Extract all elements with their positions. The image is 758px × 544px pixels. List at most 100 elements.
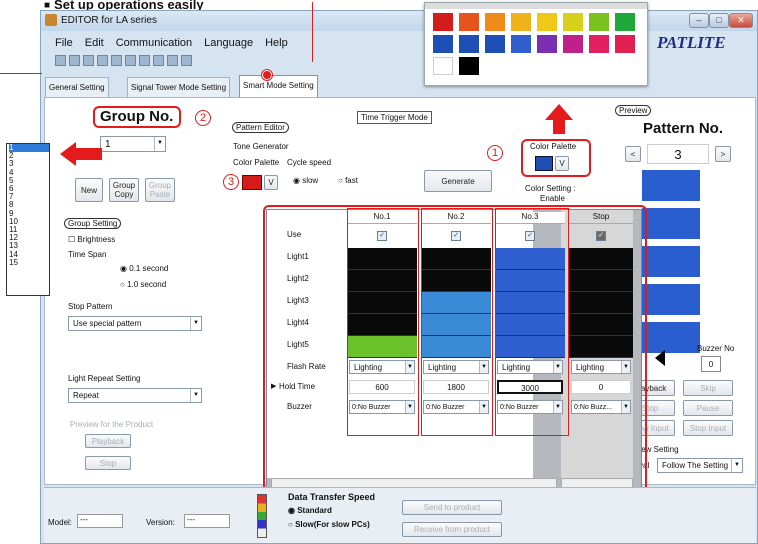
no2-column-highlight [421,208,493,436]
tab-marker-dot [262,70,272,80]
group-setting-label: Group Setting [64,218,122,229]
palette-color-swatch[interactable] [459,57,479,75]
save-icon[interactable] [83,55,94,66]
clear-icon[interactable] [167,55,178,66]
window-title: EDITOR for LA series [61,15,157,26]
model-label: Model: [48,518,73,527]
group-list-item[interactable]: 5 [9,176,49,185]
color-v-button[interactable]: V [264,175,278,190]
no1-column-highlight [347,208,419,436]
menu-file[interactable]: File [55,37,73,49]
stop-pattern-label: Stop Pattern [68,302,113,311]
palette-color-swatch[interactable] [433,13,453,31]
group-list-item[interactable]: 4 [9,168,49,177]
palette-color-swatch[interactable] [511,13,531,31]
group-list-item[interactable]: 8 [9,201,49,209]
palette-color-swatch[interactable] [459,13,479,31]
send-icon[interactable] [97,55,108,66]
menu-communication[interactable]: Communication [116,37,192,49]
slow-pc-radio[interactable]: ○ Slow(For slow PCs) [288,520,370,529]
group-list-item[interactable]: 3 [9,160,49,168]
send-to-product-button[interactable]: Send to product [402,500,502,515]
product-stop-button[interactable]: Stop [85,456,131,470]
tab-smart-mode[interactable]: Smart Mode Setting [239,75,318,97]
new-file-icon[interactable] [55,55,66,66]
brightness-checkbox[interactable]: ☐ Brightness [68,235,115,244]
menu-bar: File Edit Communication Language Help [55,37,300,49]
palette-color-swatch[interactable] [511,35,531,53]
current-color-swatch[interactable] [242,175,262,190]
slow-radio[interactable]: ◉ slow [293,176,318,185]
pattern-editor-label: Pattern Editor [232,122,289,133]
cycle-speed-label: Cycle speed [287,158,332,167]
stop-input-button[interactable]: Stop Input [683,420,733,436]
group-no-select[interactable]: 1 ▼ [100,136,166,152]
generate-button[interactable]: Generate [424,170,492,192]
time-span-10-radio[interactable]: ○ 1.0 second [120,280,166,289]
copy-icon[interactable] [125,55,136,66]
tone-generator-label: Tone Generator [233,142,289,151]
palette-color-swatch[interactable] [485,13,505,31]
palette-color-swatch[interactable] [537,13,557,31]
skip-button[interactable]: Skip [683,380,733,396]
minimize-button[interactable]: – [689,13,709,28]
fast-radio[interactable]: ○ fast [338,176,358,185]
palette-color-swatch[interactable] [433,35,453,53]
tab-general-setting[interactable]: General Setting [45,77,109,97]
palette-color-swatch[interactable] [563,35,583,53]
pause-button[interactable]: Pause [683,400,733,416]
light-repeat-select[interactable]: Repeat ▼ [68,388,202,403]
palette-color-swatch[interactable] [563,13,583,31]
interval-select[interactable]: Follow The Setting ▼ [657,458,743,473]
preview-light-2 [642,208,700,239]
prev-pattern-button[interactable]: < [625,146,641,162]
palette-color-swatch[interactable] [485,35,505,53]
paste-icon[interactable] [153,55,164,66]
palette-color-swatch[interactable] [615,13,635,31]
receive-from-product-button[interactable]: Receive from product [402,522,502,537]
open-icon[interactable] [69,55,80,66]
editor-window: EDITOR for LA series – □ ✕ PATLITE File E… [40,10,758,544]
cut-icon[interactable] [139,55,150,66]
palette-color-swatch[interactable] [589,35,609,53]
next-pattern-button[interactable]: > [715,146,731,162]
group-paste-button[interactable]: Group Paste [145,178,175,202]
palette-color-swatch[interactable] [589,13,609,31]
preview-label: Preview [615,105,652,116]
group-list-item[interactable]: 7 [9,193,49,201]
delete-icon[interactable] [181,55,192,66]
group-list-item[interactable]: 6 [9,184,49,193]
menu-edit[interactable]: Edit [85,37,104,49]
product-playback-button[interactable]: Playback [85,434,131,448]
group-list-item[interactable]: 1 [9,143,49,153]
group-no-title: Group No. [100,108,174,125]
stop-pattern-select[interactable]: Use special pattern ▼ [68,316,202,331]
new-group-button[interactable]: New [75,178,103,202]
palette-v-button[interactable]: V [555,156,569,171]
maximize-button[interactable]: □ [709,13,729,28]
tab-signal-tower-mode[interactable]: Signal Tower Mode Setting [127,77,231,97]
time-span-01-radio[interactable]: ◉ 0.1 second [120,264,168,273]
pattern-no-value: 3 [647,144,709,164]
version-value: --- [184,514,230,528]
buzzer-no-value: 0 [701,356,721,372]
marker-1: 1 [487,145,503,161]
palette-color-swatch[interactable] [433,57,453,75]
title-bar: EDITOR for LA series – □ ✕ [41,11,757,31]
marker-3: 3 [223,174,239,190]
menu-language[interactable]: Language [204,37,253,49]
group-list-item[interactable]: 15 [9,258,49,267]
signal-tower-icon [257,494,267,538]
palette-color-swatch[interactable] [459,35,479,53]
group-copy-button[interactable]: Group Copy [109,178,139,202]
group-list-item[interactable]: 2 [9,151,49,160]
palette-color-swatch[interactable] [615,35,635,53]
receive-icon[interactable] [111,55,122,66]
menu-help[interactable]: Help [265,37,288,49]
palette-swatch[interactable] [535,156,553,171]
buzzer-no-label: Buzzer No [697,344,735,353]
standard-radio[interactable]: ◉ Standard [288,506,332,515]
left-arrow-icon [60,142,76,166]
palette-color-swatch[interactable] [537,35,557,53]
close-button[interactable]: ✕ [729,13,753,28]
